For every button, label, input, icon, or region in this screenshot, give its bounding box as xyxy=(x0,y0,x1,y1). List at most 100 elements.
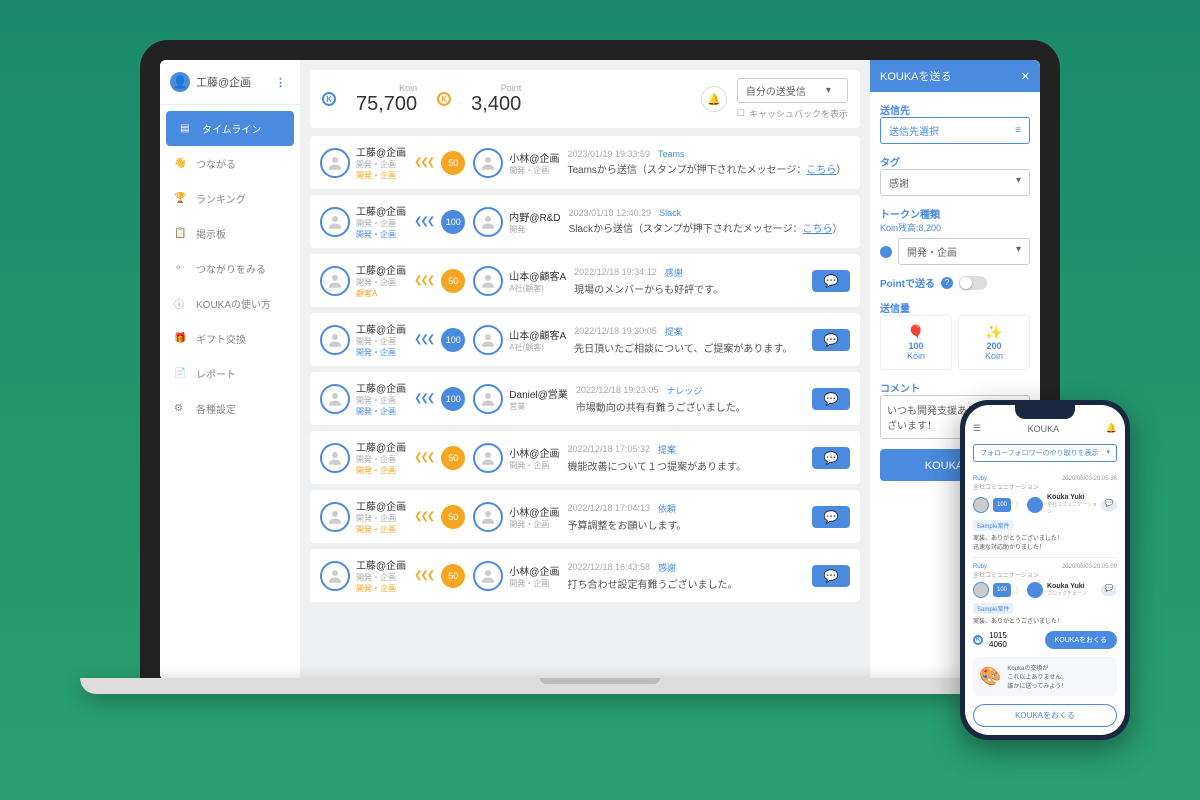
avatar-icon xyxy=(320,266,350,296)
chat-button[interactable]: 💬 xyxy=(812,329,850,351)
notification-icon[interactable]: 🔔 xyxy=(701,86,727,112)
receiver-name: 小林@企画 xyxy=(509,445,559,460)
phone-stats: K 1015 4060 KOUKAをおくる xyxy=(965,627,1125,653)
sidebar-item-connect[interactable]: 👋つながる xyxy=(160,146,300,181)
amount-badge: 50 xyxy=(441,505,465,529)
row-message: 先日頂いたご相談について、ご提案があります。 xyxy=(574,340,804,355)
koin-icon: K xyxy=(973,635,983,645)
receiver: Daniel@営業 営業 xyxy=(473,384,568,414)
receiver-name: Daniel@営業 xyxy=(509,386,568,401)
sidebar-item-network[interactable]: ⚬つながりをみる xyxy=(160,251,300,286)
arrow-icon: 〉 xyxy=(1015,585,1023,596)
phone-cta-button[interactable]: KOUKAをおくる xyxy=(973,704,1117,727)
kebab-menu-icon[interactable]: ⋮ xyxy=(271,76,290,89)
help-icon[interactable]: ? xyxy=(941,277,953,289)
row-message: 現場のメンバーからも好評です。 xyxy=(574,281,804,296)
sender-dept: 開発・企画 xyxy=(356,572,406,583)
tag-select[interactable]: 感謝 ▾ xyxy=(880,169,1030,196)
nav: ▤タイムライン👋つながる🏆ランキング📋掲示板⚬つながりをみるⓘKOUKAの使い方… xyxy=(160,105,300,432)
sidebar-header: 👤 工藤@企画 ⋮ xyxy=(160,60,300,105)
chevron-icon: ❮❮❮ xyxy=(414,452,433,463)
chat-icon[interactable]: 💬 xyxy=(1101,584,1117,596)
phone-frame: ☰ KOUKA 🔔 フォローフォロワーのやり取りを表示 ▾ Ruby2020/0… xyxy=(960,400,1130,740)
amount-badge: 50 xyxy=(441,446,465,470)
koin-icon: K xyxy=(322,92,336,106)
phone-notification-icon[interactable]: 🔔 xyxy=(1106,423,1117,434)
help-icon: ⓘ xyxy=(174,296,188,311)
amount-badge: 100 xyxy=(993,498,1011,512)
avatar-icon xyxy=(320,561,350,591)
ph-tag: Sample案件 xyxy=(973,520,1013,531)
tag-value: 感謝 xyxy=(889,175,909,190)
row-tag: 依頼 xyxy=(658,502,676,515)
avatar-icon xyxy=(320,502,350,532)
sender-dept: 開発・企画 xyxy=(356,336,406,347)
amount-card-100[interactable]: 🎈100Koin xyxy=(880,315,952,370)
comment-label: コメント xyxy=(880,380,1030,395)
phone-promo: 🎨 Koukaの交換が これ以上ありません。 誰かに送ってみよう！ xyxy=(973,657,1117,696)
sender-name: 工藤@企画 xyxy=(356,144,406,159)
promo-illustration-icon: 🎨 xyxy=(979,666,1001,687)
nav-label: ギフト交換 xyxy=(196,331,246,346)
chat-icon[interactable]: 💬 xyxy=(1101,499,1117,511)
token-dot-icon xyxy=(880,246,892,258)
sidebar-item-ranking[interactable]: 🏆ランキング xyxy=(160,181,300,216)
point-value: 3,400 xyxy=(471,93,521,116)
chat-button[interactable]: 💬 xyxy=(812,388,850,410)
amount-badge: 50 xyxy=(441,564,465,588)
sidebar-item-board[interactable]: 📋掲示板 xyxy=(160,216,300,251)
cashback-label: キャッシュバックを表示 xyxy=(749,107,848,120)
avatar-icon xyxy=(473,207,503,237)
panel-header: KOUKAを送る ✕ xyxy=(870,60,1040,92)
ph-to-sub: ブロックチェーン xyxy=(1047,590,1097,597)
chat-button[interactable]: 💬 xyxy=(812,506,850,528)
dest-select-button[interactable]: 送信先選択 ≡ xyxy=(880,117,1030,144)
sender-name: 工藤@企画 xyxy=(356,262,406,277)
receiver: 小林@企画 開発・企画 xyxy=(473,148,559,178)
token-section: トークン種類 Koin残高:8,200 開発・企画 ▾ xyxy=(880,206,1030,265)
token-label: トークン種類 xyxy=(880,206,1030,221)
close-icon[interactable]: ✕ xyxy=(1021,70,1030,83)
sidebar-item-timeline[interactable]: ▤タイムライン xyxy=(166,111,294,146)
point-toggle-row: Pointで送る ? xyxy=(880,275,1030,290)
sidebar-item-help[interactable]: ⓘKOUKAの使い方 xyxy=(160,286,300,321)
chat-button[interactable]: 💬 xyxy=(812,447,850,469)
row-date: 2022/12/18 17:05:32 xyxy=(567,444,650,454)
receiver-name: 小林@企画 xyxy=(509,150,559,165)
avatar-icon xyxy=(320,207,350,237)
avatar-icon xyxy=(973,582,989,598)
phone-send-button[interactable]: KOUKAをおくる xyxy=(1045,631,1117,649)
chat-button[interactable]: 💬 xyxy=(812,565,850,587)
cashback-checkbox[interactable]: ☐ キャッシュバックを表示 xyxy=(737,107,848,120)
point-toggle[interactable] xyxy=(959,276,987,290)
sidebar-item-gift[interactable]: 🎁ギフト交換 xyxy=(160,321,300,356)
sender-dept: 開発・企画 xyxy=(356,159,406,170)
sender: 工藤@企画 開発・企画 顧客A xyxy=(320,262,406,299)
filter-select[interactable]: 自分の送受信 ▾ xyxy=(737,78,848,103)
ph-from-sub: 全社コミュニケーション xyxy=(973,570,1039,579)
msg-link[interactable]: こちら xyxy=(803,224,833,235)
timeline-row: 工藤@企画 開発・企画 開発・企画 ❮❮❮ 50 小林@企画 開発・企画 202… xyxy=(310,549,860,602)
chevron-icon: ❮❮❮ xyxy=(414,334,433,345)
receiver: 小林@企画 開発・企画 xyxy=(473,502,559,532)
avatar-icon xyxy=(473,443,503,473)
sender-dept: 開発・企画 xyxy=(356,513,406,524)
point-send-label: Pointで送る xyxy=(880,275,935,290)
avatar-icon xyxy=(473,325,503,355)
receiver-name: 小林@企画 xyxy=(509,563,559,578)
chevron-icon: ❮❮❮ xyxy=(414,157,433,168)
phone-filter-select[interactable]: フォローフォロワーのやり取りを表示 ▾ xyxy=(973,444,1117,462)
nav-label: ランキング xyxy=(196,191,246,206)
row-content: 2022/12/18 17:04:13 依頼 予算調整をお願いします。 xyxy=(567,502,804,532)
chat-button[interactable]: 💬 xyxy=(812,270,850,292)
token-select[interactable]: 開発・企画 ▾ xyxy=(898,238,1030,265)
sender-dept: 開発・企画 xyxy=(356,277,406,288)
sidebar-item-report[interactable]: 📄レポート xyxy=(160,356,300,391)
msg-link[interactable]: こちら xyxy=(806,165,836,176)
main: K Koin 75,700 K Point 3,400 🔔 xyxy=(300,60,1040,680)
sidebar-item-settings[interactable]: ⚙各種設定 xyxy=(160,391,300,426)
row-content: 2022/12/18 19:30:05 提案 先日頂いたご相談について、ご提案が… xyxy=(574,325,804,355)
amount-card-200[interactable]: ✨200Koin xyxy=(958,315,1030,370)
phone-menu-icon[interactable]: ☰ xyxy=(973,423,981,434)
sender: 工藤@企画 開発・企画 開発・企画 xyxy=(320,498,406,535)
